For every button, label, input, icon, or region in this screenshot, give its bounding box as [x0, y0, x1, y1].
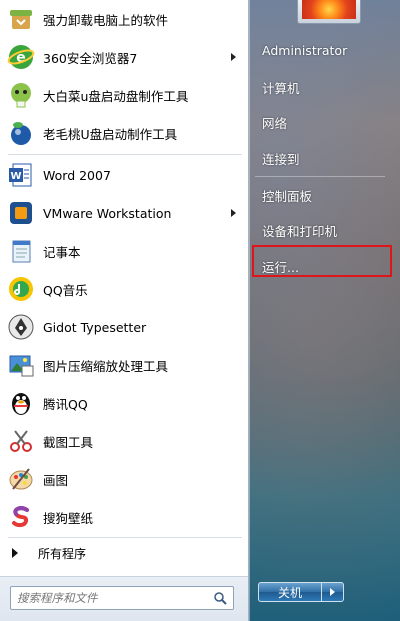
shutdown-options-button[interactable]	[322, 582, 344, 602]
program-item-image-tool[interactable]: 图片压缩缩放处理工具	[2, 347, 244, 383]
program-item-gidot[interactable]: Gidot Typesetter	[2, 309, 244, 345]
start-menu-programs-panel: 强力卸载电脑上的软件 e 360安全浏览器7 大白菜u盘启动盘制作工具 老毛桃U…	[0, 0, 249, 621]
image-tool-icon	[6, 350, 36, 380]
program-item-snipping-tool[interactable]: 截图工具	[2, 423, 244, 459]
program-item-dabaicai[interactable]: 大白菜u盘启动盘制作工具	[2, 77, 244, 113]
program-item-qq-music[interactable]: QQ音乐	[2, 271, 244, 307]
program-item-paint[interactable]: 画图	[2, 461, 244, 497]
program-label: 画图	[43, 472, 69, 488]
divider	[255, 176, 385, 177]
program-label: 强力卸载电脑上的软件	[43, 12, 169, 28]
program-label: 截图工具	[43, 434, 94, 450]
divider	[8, 154, 242, 155]
program-item-uninstaller[interactable]: 强力卸载电脑上的软件	[2, 1, 244, 37]
run-highlight-box	[252, 245, 392, 277]
program-label: 老毛桃U盘启动制作工具	[43, 126, 178, 142]
program-item-notepad[interactable]: 记事本	[2, 233, 244, 269]
qq-music-icon	[6, 274, 36, 304]
cabbage-icon	[6, 80, 36, 110]
right-item-administrator[interactable]: Administrator	[262, 43, 347, 63]
all-programs-label: 所有程序	[38, 546, 87, 561]
program-label: 图片压缩缩放处理工具	[43, 358, 169, 374]
program-item-vmware[interactable]: VMware Workstation	[2, 195, 244, 231]
notepad-icon	[6, 236, 36, 266]
shutdown-control: 关机	[258, 582, 346, 602]
right-item-devices-printers[interactable]: 设备和打印机	[262, 221, 337, 241]
triangle-right-icon	[12, 548, 18, 558]
program-label: VMware Workstation	[43, 205, 172, 221]
peach-icon	[6, 118, 36, 148]
flower-avatar-image	[302, 0, 356, 19]
divider	[8, 537, 242, 538]
browser-360-icon: e	[6, 42, 36, 72]
user-avatar[interactable]	[297, 0, 361, 24]
uninstall-icon	[6, 4, 36, 34]
paint-palette-icon	[6, 464, 36, 494]
scissors-icon	[6, 426, 36, 456]
program-item-qq[interactable]: 腾讯QQ	[2, 385, 244, 421]
program-label: Gidot Typesetter	[43, 319, 147, 335]
program-label: Word 2007	[43, 167, 111, 183]
right-item-computer[interactable]: 计算机	[262, 78, 300, 98]
program-label: QQ音乐	[43, 282, 88, 298]
program-item-word[interactable]: W Word 2007	[2, 157, 244, 193]
word-icon: W	[6, 160, 36, 190]
submenu-arrow-icon[interactable]	[231, 53, 236, 61]
right-item-control-panel[interactable]: 控制面板	[262, 186, 312, 206]
search-icon[interactable]	[213, 590, 227, 609]
program-label: 360安全浏览器7	[43, 50, 138, 66]
program-label: 大白菜u盘启动盘制作工具	[43, 88, 189, 104]
svg-text:W: W	[10, 171, 21, 182]
program-label: 记事本	[43, 244, 81, 260]
triangle-right-icon	[330, 588, 335, 596]
program-item-360-browser[interactable]: e 360安全浏览器7	[2, 39, 244, 75]
search-area	[0, 576, 248, 621]
program-label: 搜狗壁纸	[43, 510, 94, 526]
shutdown-button[interactable]: 关机	[258, 582, 322, 602]
submenu-arrow-icon[interactable]	[231, 209, 236, 217]
qq-penguin-icon	[6, 388, 36, 418]
program-item-sogou-wallpaper[interactable]: 搜狗壁纸	[2, 499, 244, 535]
search-box[interactable]	[10, 586, 234, 610]
program-item-laomaotao[interactable]: 老毛桃U盘启动制作工具	[2, 115, 244, 151]
program-label: 腾讯QQ	[43, 396, 88, 412]
right-item-connect-to[interactable]: 连接到	[262, 149, 300, 169]
right-item-network[interactable]: 网络	[262, 113, 287, 133]
sogou-wallpaper-icon	[6, 502, 36, 532]
search-input[interactable]	[17, 591, 207, 605]
vmware-icon	[6, 198, 36, 228]
all-programs-button[interactable]: 所有程序	[2, 539, 244, 567]
pen-nib-icon	[6, 312, 36, 342]
